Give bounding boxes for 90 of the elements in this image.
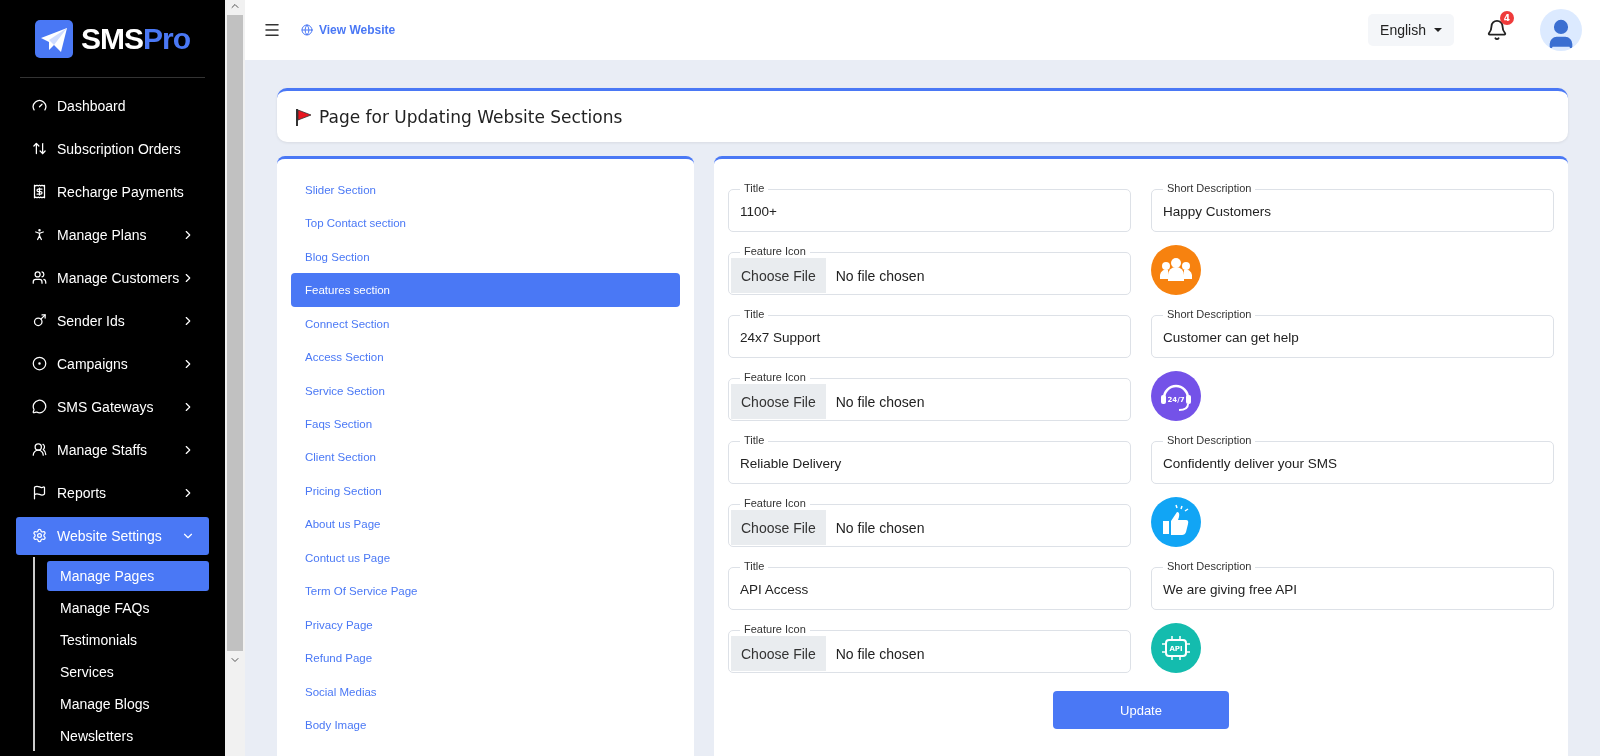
- sidebar-item[interactable]: Dashboard: [16, 86, 209, 125]
- section-link[interactable]: Client Section: [291, 440, 680, 475]
- section-link[interactable]: Slider Section: [291, 173, 680, 207]
- section-link[interactable]: Service Section: [291, 373, 680, 408]
- section-link[interactable]: Term Of Service Page: [291, 574, 680, 609]
- sort-icon: [32, 141, 47, 156]
- flag-icon: [293, 106, 313, 127]
- circle-dot-icon: [32, 356, 47, 371]
- page-title: Page for Updating Website Sections: [319, 106, 623, 127]
- section-link[interactable]: Pricing Section: [291, 474, 680, 508]
- paper-plane-logo-icon: [35, 19, 73, 58]
- sidebar-item[interactable]: Manage Staffs: [16, 430, 209, 469]
- choose-file-button[interactable]: Choose File: [731, 636, 826, 671]
- sidebar-subitem[interactable]: Services: [47, 657, 209, 687]
- field-label: Title: [740, 181, 769, 195]
- section-link[interactable]: Privacy Page: [291, 608, 680, 642]
- section-link[interactable]: Refund Page: [291, 641, 680, 676]
- field-label: Title: [740, 559, 769, 573]
- file-upload-field[interactable]: Feature Icon Choose File No file chosen: [728, 622, 1131, 673]
- sidebar-item[interactable]: Recharge Payments: [16, 172, 209, 211]
- title-field[interactable]: Title API Access: [728, 559, 1131, 610]
- globe-icon: [301, 24, 313, 36]
- section-link[interactable]: Top Contact section: [291, 206, 680, 240]
- choose-file-button[interactable]: Choose File: [731, 510, 826, 545]
- section-link[interactable]: Contuct us Page: [291, 541, 680, 575]
- field-label: Short Description: [1163, 433, 1256, 447]
- flag-icon: [32, 485, 47, 500]
- gender-icon: [32, 313, 47, 328]
- section-link[interactable]: Faqs Section: [291, 407, 680, 441]
- title-field[interactable]: Title Reliable Delivery: [728, 433, 1131, 484]
- field-label: Title: [740, 307, 769, 321]
- sidebar-item[interactable]: Sender Ids: [16, 301, 209, 340]
- file-status: No file chosen: [835, 267, 925, 284]
- file-upload-field[interactable]: Feature Icon Choose File No file chosen: [728, 370, 1131, 421]
- choose-file-button[interactable]: Choose File: [731, 384, 826, 419]
- walking-person-icon: [32, 227, 47, 242]
- section-link[interactable]: Social Medias: [291, 675, 680, 709]
- avatar[interactable]: [1540, 9, 1582, 51]
- file-status: No file chosen: [835, 645, 925, 662]
- menu-icon[interactable]: [263, 21, 281, 39]
- choose-file-button[interactable]: Choose File: [731, 258, 826, 293]
- section-link[interactable]: About us Page: [291, 507, 680, 542]
- receipt-icon: [32, 184, 47, 199]
- brand-logo-text: SMSPro: [81, 21, 190, 56]
- sidebar-subitem[interactable]: Manage Pages: [47, 561, 209, 591]
- update-button[interactable]: Update: [1053, 691, 1229, 729]
- description-field[interactable]: Short Description Confidently deliver your SMS: [1151, 433, 1554, 484]
- section-link[interactable]: Access Section: [291, 340, 680, 374]
- section-link[interactable]: Connect Section: [291, 306, 680, 341]
- field-label: Feature Icon: [740, 496, 810, 510]
- description-field[interactable]: Short Description We are giving free API: [1151, 559, 1554, 610]
- title-field[interactable]: Title 24x7 Support: [728, 307, 1131, 358]
- field-label: Feature Icon: [740, 370, 810, 384]
- field-label: Feature Icon: [740, 622, 810, 636]
- caret-icon: [1434, 28, 1442, 32]
- sidebar-subitem[interactable]: Manage FAQs: [47, 593, 209, 623]
- notification-count: 4: [1500, 11, 1514, 25]
- gauge-icon: [32, 98, 47, 113]
- language-dropdown[interactable]: English: [1368, 14, 1454, 46]
- sidebar-subitem[interactable]: Newsletters: [47, 721, 209, 751]
- sidebar-item[interactable]: Campaigns: [16, 344, 209, 383]
- view-website-link[interactable]: View Website: [301, 23, 396, 37]
- file-upload-field[interactable]: Feature Icon Choose File No file chosen: [728, 496, 1131, 547]
- section-link[interactable]: Blog Section: [291, 239, 680, 274]
- description-field[interactable]: Short Description Happy Customers: [1151, 181, 1554, 232]
- section-link[interactable]: Features section: [291, 273, 680, 307]
- section-link[interactable]: Body Image: [291, 708, 680, 742]
- settings-icon: [32, 528, 47, 543]
- users-icon: [32, 270, 47, 285]
- file-upload-field[interactable]: Feature Icon Choose File No file chosen: [728, 244, 1131, 295]
- users-icon: [32, 442, 47, 457]
- field-label: Title: [740, 433, 769, 447]
- sidebar-item[interactable]: Manage Plans: [16, 215, 209, 254]
- sidebar-subitem[interactable]: Testimonials: [47, 625, 209, 655]
- sidebar-item[interactable]: Reports: [16, 473, 209, 512]
- chat-icon: [32, 399, 47, 414]
- description-field[interactable]: Short Description Customer can get help: [1151, 307, 1554, 358]
- sidebar-subitem[interactable]: Manage Blogs: [47, 689, 209, 719]
- file-status: No file chosen: [835, 393, 925, 410]
- field-label: Feature Icon: [740, 244, 810, 258]
- field-label: Short Description: [1163, 307, 1256, 321]
- sidebar-item[interactable]: SMS Gateways: [16, 387, 209, 426]
- sidebar-item[interactable]: Manage Customers: [16, 258, 209, 297]
- field-label: Short Description: [1163, 559, 1256, 573]
- sidebar-item[interactable]: Subscription Orders: [16, 129, 209, 168]
- sidebar-item[interactable]: Website Settings: [16, 516, 209, 555]
- field-label: Short Description: [1163, 181, 1256, 195]
- notifications-button[interactable]: [1486, 19, 1508, 41]
- title-field[interactable]: Title 1100+: [728, 181, 1131, 232]
- file-status: No file chosen: [835, 519, 925, 536]
